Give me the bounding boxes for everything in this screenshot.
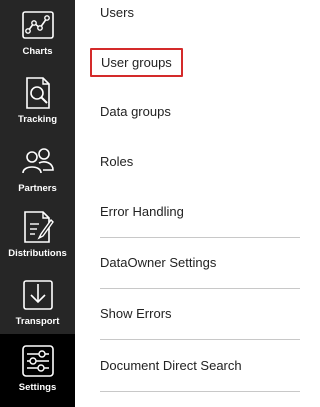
menu-item-data-groups[interactable]: Data groups (100, 104, 171, 119)
sidebar-item-label: Charts (22, 46, 53, 57)
menu-item-roles[interactable]: Roles (100, 154, 133, 169)
divider (100, 237, 300, 238)
menu-item-user-groups[interactable]: User groups (90, 48, 183, 77)
menu-item-dataowner-settings[interactable]: DataOwner Settings (100, 255, 216, 270)
divider (100, 339, 300, 340)
sidebar-item-label: Tracking (17, 114, 58, 125)
sidebar: Charts Tracking Partners Distributions T… (0, 0, 75, 407)
sidebar-item-label: Transport (15, 316, 60, 327)
sidebar-item-charts[interactable]: Charts (0, 0, 75, 66)
partners-icon (21, 148, 54, 174)
sidebar-item-tracking[interactable]: Tracking (0, 67, 75, 133)
transport-icon (22, 280, 53, 310)
divider (100, 288, 300, 289)
divider (100, 391, 300, 392)
menu-item-error-handling[interactable]: Error Handling (100, 204, 184, 219)
settings-icon (21, 345, 54, 377)
sidebar-item-label: Distributions (8, 248, 67, 259)
sidebar-item-label: Partners (18, 183, 57, 194)
menu-item-document-direct-search[interactable]: Document Direct Search (100, 358, 242, 373)
settings-menu: Users User groups Data groups Roles Erro… (75, 0, 318, 407)
sidebar-item-label: Settings (18, 382, 57, 393)
sidebar-item-distributions[interactable]: Distributions (0, 200, 75, 266)
menu-item-users[interactable]: Users (100, 5, 134, 20)
sidebar-item-transport[interactable]: Transport (0, 267, 75, 333)
sidebar-item-settings[interactable]: Settings (0, 334, 75, 407)
charts-icon (21, 11, 54, 39)
sidebar-item-partners[interactable]: Partners (0, 134, 75, 200)
menu-item-show-errors[interactable]: Show Errors (100, 306, 172, 321)
distributions-icon (23, 211, 54, 243)
tracking-icon (25, 77, 50, 109)
